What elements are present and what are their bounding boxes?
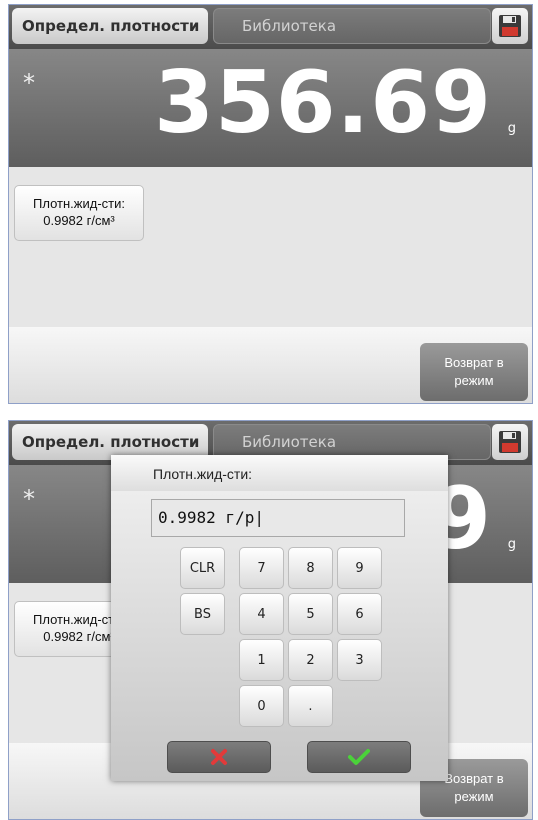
floppy-disk-icon [499,431,521,453]
key-1[interactable]: 1 [239,639,284,681]
screen-main: Определ. плотности Библиотека * 356.69 g… [8,4,533,404]
return-label-line1: Возврат в [444,355,504,370]
weight-value: 356.69 [154,53,492,153]
tab-density[interactable]: Определ. плотности [12,8,208,44]
density-param-value: 0.9982 г/см³ [43,213,115,228]
key-6[interactable]: 6 [337,593,382,635]
key-0[interactable]: 0 [239,685,284,727]
key-clr[interactable]: CLR [180,547,225,589]
weight-unit: g [507,121,516,136]
key-5[interactable]: 5 [288,593,333,635]
density-param-label: Плотн.жид-сти: [33,196,125,211]
stability-mark: * [23,69,35,97]
key-dot[interactable]: . [288,685,333,727]
key-8[interactable]: 8 [288,547,333,589]
red-x-icon [211,749,227,765]
numeric-entry-dialog: Плотн.жид-сти: 0.9982 г/р| CLR 7 8 9 BS … [111,455,448,781]
key-2[interactable]: 2 [288,639,333,681]
weight-display: * 356.69 g [9,49,532,167]
save-button[interactable] [492,424,528,460]
return-label-line2: режим [454,373,494,388]
density-param-button[interactable]: Плотн.жид-сти: 0.9982 г/см³ [14,185,144,241]
tab-library[interactable]: Библиотека [213,8,491,44]
key-9[interactable]: 9 [337,547,382,589]
key-bs[interactable]: BS [180,593,225,635]
dialog-title-bar: Плотн.жид-сти: [111,455,448,491]
ok-button[interactable] [307,741,411,773]
key-4[interactable]: 4 [239,593,284,635]
bottom-bar: Возврат в режим [9,327,532,403]
density-input[interactable]: 0.9982 г/р| [151,499,405,537]
screen-entry: Определ. плотности Библиотека * 356.69 g… [8,420,533,820]
content-area: Плотн.жид-сти: 0.9982 г/см³ [9,167,532,327]
stability-mark: * [23,485,35,513]
top-bar: Определ. плотности Библиотека [9,5,532,49]
floppy-disk-icon [499,15,521,37]
save-button[interactable] [492,8,528,44]
return-label-line2: режим [454,789,494,804]
cancel-button[interactable] [167,741,271,773]
key-7[interactable]: 7 [239,547,284,589]
green-check-icon [348,749,370,765]
weight-unit: g [507,537,516,552]
return-to-mode-button[interactable]: Возврат в режим [420,343,528,401]
dialog-title: Плотн.жид-сти: [153,466,253,482]
key-3[interactable]: 3 [337,639,382,681]
